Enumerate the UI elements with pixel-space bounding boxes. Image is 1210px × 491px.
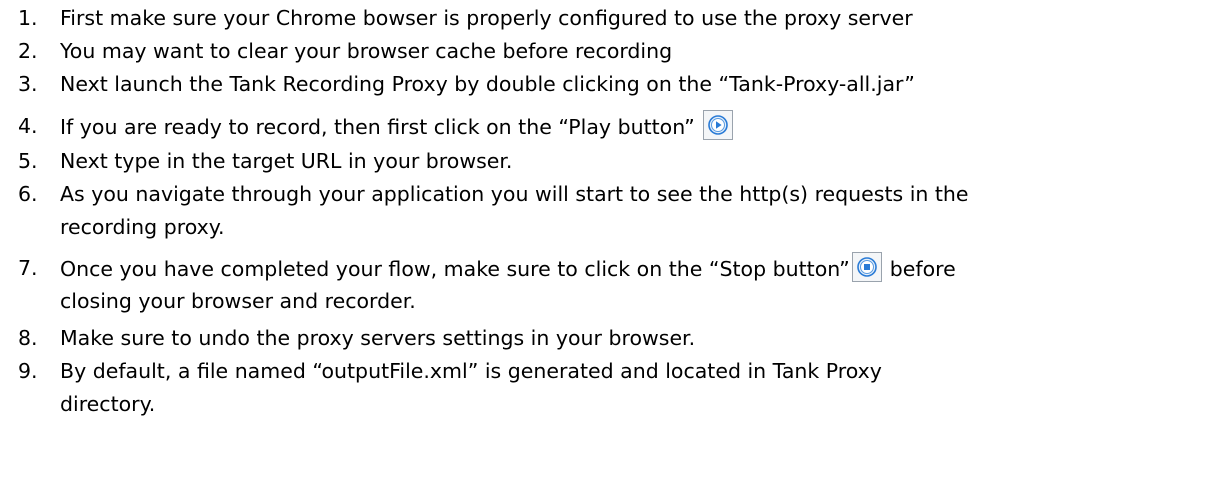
item-number: 2. [18,39,38,63]
item-text-continuation: closing your browser and recorder. [60,289,416,313]
item-text-continuation: directory. [60,392,156,416]
item-number: 5. [18,149,38,173]
item-text-after: before [889,257,956,281]
item-text: As you navigate through your application… [60,182,969,206]
instruction-list: 1. First make sure your Chrome bowser is… [0,0,1210,491]
item-line: If you are ready to record, then first c… [60,110,733,144]
item-text: First make sure your Chrome bowser is pr… [60,6,913,30]
play-icon [702,110,733,140]
item-number: 3. [18,72,38,96]
item-text: Make sure to undo the proxy servers sett… [60,326,696,350]
item-text: Next type in the target URL in your brow… [60,149,513,173]
item-number: 9. [18,359,38,383]
item-number: 7. [18,256,38,280]
item-text: Next launch the Tank Recording Proxy by … [60,72,915,96]
item-number: 6. [18,182,38,206]
item-text: If you are ready to record, then first c… [60,115,695,139]
item-text: By default, a file named “outputFile.xml… [60,359,882,383]
item-number: 1. [18,6,38,30]
item-number: 8. [18,326,38,350]
item-text: Once you have completed your flow, make … [60,257,850,281]
item-text-continuation: recording proxy. [60,215,225,239]
stop-icon [851,252,882,282]
item-number: 4. [18,114,38,138]
item-line: Once you have completed your flow, make … [60,252,956,286]
item-text: You may want to clear your browser cache… [60,39,673,63]
